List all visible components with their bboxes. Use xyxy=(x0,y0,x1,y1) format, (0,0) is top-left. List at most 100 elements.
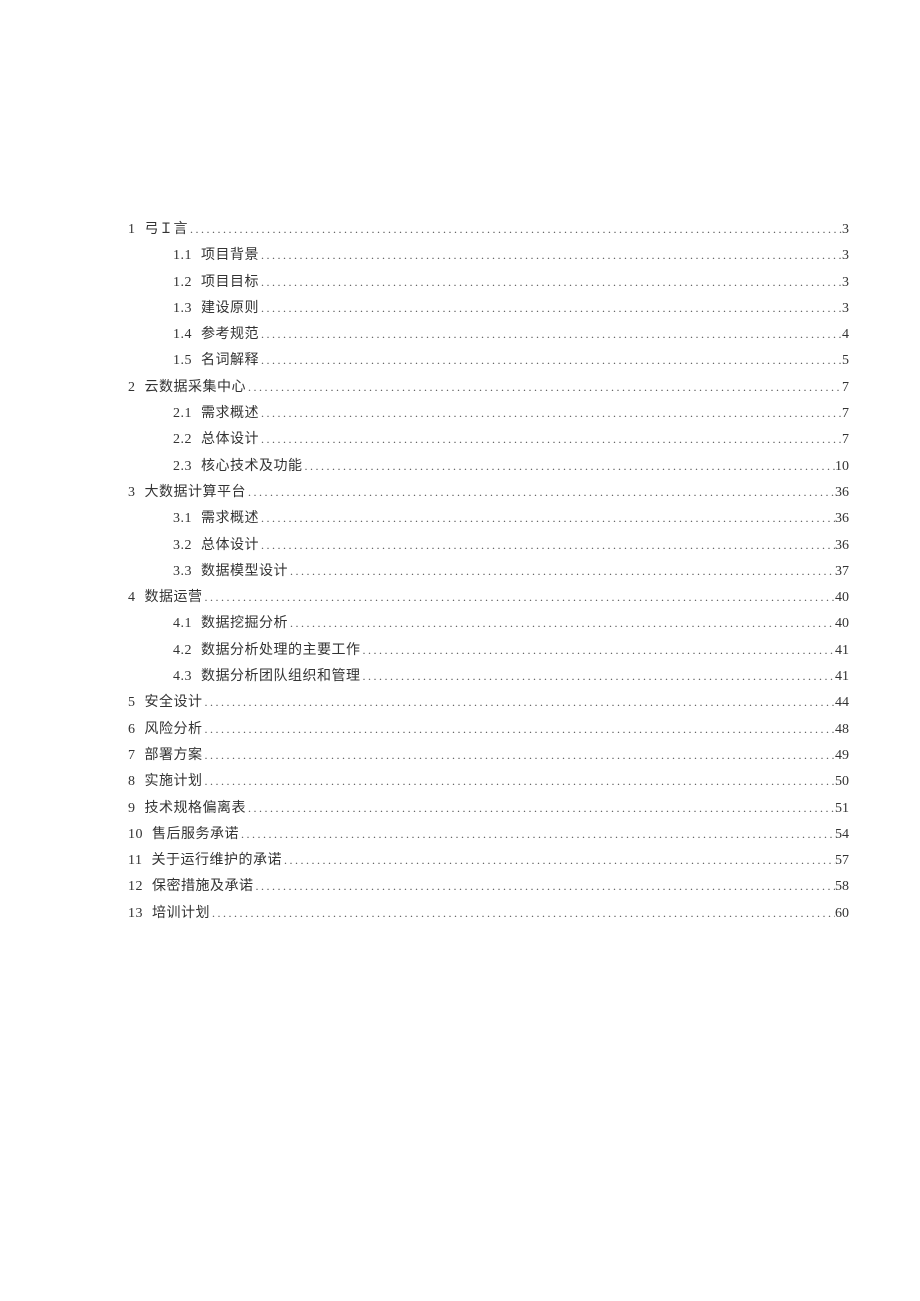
toc-page-number: 4 xyxy=(842,328,849,342)
toc-page-number: 3 xyxy=(842,249,849,263)
toc-title: 风险分析 xyxy=(145,722,203,737)
toc-leader xyxy=(203,591,836,603)
toc-leader xyxy=(288,617,835,629)
toc-label: 3 大数据计算平台 xyxy=(128,486,246,500)
toc-label: 13培训计划 xyxy=(128,907,210,921)
toc-leader xyxy=(282,854,835,866)
toc-title: 关于运行维护的承诺 xyxy=(151,853,282,868)
toc-leader xyxy=(246,802,835,814)
toc-title: 大数据计算平台 xyxy=(145,485,247,500)
toc-label: 8实施计划 xyxy=(128,775,203,789)
toc-entry: 4.2数据分析处理的主要工作 41 xyxy=(173,644,849,658)
toc-label: 3.2总体设计 xyxy=(173,539,259,553)
toc-entry: 3.3数据模型设计37 xyxy=(173,565,849,579)
toc-title: 弓Ｉ言 xyxy=(145,222,189,237)
toc-number: 2.3 xyxy=(173,459,192,474)
toc-entry: 7部署方案49 xyxy=(128,749,849,763)
toc-entry: 6风险分析 48 xyxy=(128,723,849,737)
toc-label: 3.1需求概述 xyxy=(173,512,259,526)
toc-label: 12保密措施及承诺 xyxy=(128,880,254,894)
toc-title: 数据挖掘分析 xyxy=(201,616,288,631)
toc-label: 9 技术规格偏离表 xyxy=(128,802,246,816)
toc-page-number: 10 xyxy=(835,460,849,474)
toc-entry: 2.2 总体设计 7 xyxy=(173,433,849,447)
toc-label: 1.4 参考规范 xyxy=(173,328,259,342)
toc-entry: 4.1 数据挖掘分析 40 xyxy=(173,617,849,631)
toc-leader xyxy=(259,249,842,261)
toc-leader xyxy=(361,644,836,656)
toc-title: 培训计划 xyxy=(152,906,210,921)
toc-label: 4.2数据分析处理的主要工作 xyxy=(173,644,361,658)
toc-entry: 1.2项目目标3 xyxy=(173,276,849,290)
toc-page-number: 44 xyxy=(835,696,849,710)
toc-title: 保密措施及承诺 xyxy=(152,879,254,894)
toc-leader xyxy=(361,670,836,682)
toc-title: 总体设计 xyxy=(201,432,259,447)
toc-page-number: 54 xyxy=(835,828,849,842)
toc-page-number: 40 xyxy=(835,617,849,631)
toc-leader xyxy=(239,828,835,840)
toc-number: 1.5 xyxy=(173,353,192,368)
toc-label: 4.1 数据挖掘分析 xyxy=(173,617,288,631)
toc-number: 2.2 xyxy=(173,432,192,447)
toc-label: 3.3数据模型设计 xyxy=(173,565,288,579)
toc-number: 4 xyxy=(128,590,136,605)
toc-label: 4.3数据分析团队组织和管理 xyxy=(173,670,361,684)
toc-leader xyxy=(259,433,842,445)
toc-number: 1.1 xyxy=(173,248,192,263)
toc-number: 3 xyxy=(128,485,136,500)
toc-entry: 4.3数据分析团队组织和管理 41 xyxy=(173,670,849,684)
toc-page-number: 7 xyxy=(842,433,849,447)
toc-label: 2.1需求概述 xyxy=(173,407,259,421)
toc-label: 1.3 建设原则 xyxy=(173,302,259,316)
toc-title: 项目目标 xyxy=(201,275,259,290)
toc-page-number: 7 xyxy=(842,381,849,395)
toc-entry: 2.1需求概述7 xyxy=(173,407,849,421)
toc-leader xyxy=(303,460,836,472)
toc-page-number: 50 xyxy=(835,775,849,789)
toc-page-number: 41 xyxy=(835,644,849,658)
toc-page-number: 5 xyxy=(842,354,849,368)
toc-page-number: 60 xyxy=(835,907,849,921)
toc-number: 9 xyxy=(128,801,136,816)
toc-number: 3.2 xyxy=(173,538,192,553)
toc-title: 建设原则 xyxy=(201,301,259,316)
toc-leader xyxy=(203,775,836,787)
toc-entry: 12保密措施及承诺58 xyxy=(128,880,849,894)
toc-title: 数据分析团队组织和管理 xyxy=(201,669,361,684)
toc-title: 项目背景 xyxy=(201,248,259,263)
toc-entry: 1.5名词解释5 xyxy=(173,354,849,368)
toc-page-number: 41 xyxy=(835,670,849,684)
toc-leader xyxy=(246,381,842,393)
toc-entry: 3.2总体设计36 xyxy=(173,539,849,553)
toc-entry: 13培训计划 60 xyxy=(128,907,849,921)
toc-leader xyxy=(188,223,842,235)
toc-page-number: 48 xyxy=(835,723,849,737)
toc-label: 2.3核心技术及功能 xyxy=(173,460,303,474)
toc-number: 1.4 xyxy=(173,327,192,342)
toc-title: 技术规格偏离表 xyxy=(145,801,247,816)
toc-entry: 9技术规格偏离表51 xyxy=(128,802,849,816)
toc-title: 数据分析处理的主要工作 xyxy=(201,643,361,658)
toc-page-number: 3 xyxy=(842,223,849,237)
toc-entry: 3.1需求概述36 xyxy=(173,512,849,526)
toc-entry: 1.4 参考规范 4 xyxy=(173,328,849,342)
toc-label: 7部署方案 xyxy=(128,749,203,763)
toc-number: 1.3 xyxy=(173,301,192,316)
toc-page-number: 57 xyxy=(835,854,849,868)
toc-title: 数据模型设计 xyxy=(201,564,288,579)
toc-label: 2云数据采集中心 xyxy=(128,381,246,395)
toc-number: 5 xyxy=(128,695,136,710)
toc-label: 6风险分析 xyxy=(128,723,203,737)
toc-entry: 2.3核心技术及功能 10 xyxy=(173,460,849,474)
toc-number: 2 xyxy=(128,380,136,395)
toc-number: 3.1 xyxy=(173,511,192,526)
toc-title: 参考规范 xyxy=(201,327,259,342)
toc-label: 2.2 总体设计 xyxy=(173,433,259,447)
toc-label: 5安全设计 xyxy=(128,696,203,710)
toc-number: 1.2 xyxy=(173,275,192,290)
toc-page-number: 36 xyxy=(835,486,849,500)
toc-entry: 3 大数据计算平台 36 xyxy=(128,486,849,500)
toc-leader xyxy=(259,407,842,419)
toc-number: 4.1 xyxy=(173,616,192,631)
